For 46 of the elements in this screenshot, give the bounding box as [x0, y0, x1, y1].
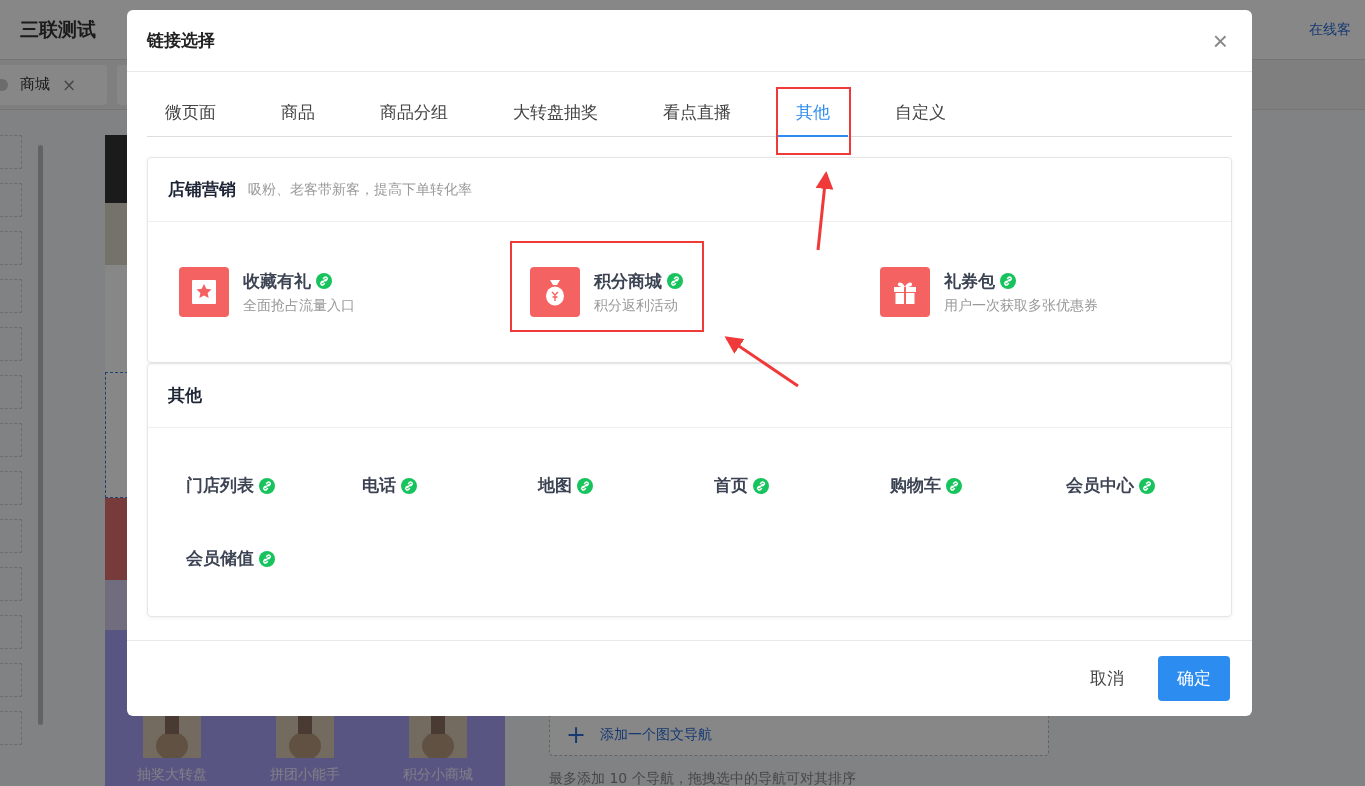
link-option[interactable]: 门店列表	[186, 474, 254, 497]
link-icon	[753, 477, 769, 494]
section-subtitle: 吸粉、老客带新客，提高下单转化率	[248, 180, 472, 199]
gift-icon	[880, 267, 931, 317]
close-button[interactable]: ×	[1208, 27, 1232, 54]
link-option[interactable]: 收藏有礼 全面抢占流量入口	[179, 267, 355, 317]
tab[interactable]: 大转盘抽奖	[495, 90, 616, 137]
option-name: 礼券包	[944, 269, 996, 293]
link-icon	[259, 550, 275, 567]
status-dot	[0, 78, 8, 91]
section-title: 其他	[168, 384, 202, 407]
option-description: 用户一次获取多张优惠券	[944, 296, 1099, 315]
link-option[interactable]: 首页	[714, 474, 748, 497]
tab[interactable]: 其他	[778, 90, 848, 137]
tab[interactable]: 自定义	[877, 90, 964, 137]
tab[interactable]: 商品分组	[362, 90, 466, 137]
scrollbar[interactable]	[38, 145, 43, 725]
tab[interactable]: 微页面	[147, 90, 234, 137]
link-icon	[946, 477, 962, 494]
link-icon	[259, 477, 275, 494]
link-icon	[316, 273, 332, 289]
link-option[interactable]: 会员储值	[186, 547, 254, 570]
link-icon	[1139, 477, 1155, 494]
page-tab[interactable]: 商城 ×	[0, 64, 107, 105]
option-description: 积分返利活动	[593, 296, 679, 315]
link-option[interactable]: 购物车	[890, 474, 941, 497]
link-icon	[577, 477, 593, 494]
link-icon	[1000, 273, 1017, 289]
link-option[interactable]: 礼券包 用户一次获取多张优惠券	[880, 267, 1099, 317]
link-option[interactable]: 电话	[362, 474, 396, 497]
tab[interactable]: 看点直播	[645, 90, 749, 137]
tab[interactable]: 商品	[263, 90, 333, 137]
link-option[interactable]: 会员中心	[1066, 474, 1134, 497]
link-option[interactable]: 地图	[538, 474, 572, 497]
option-description: 全面抢占流量入口	[243, 296, 355, 315]
link-option[interactable]: 积分商城 积分返利活动	[529, 267, 683, 317]
link-icon	[666, 273, 683, 289]
option-name: 积分商城	[593, 269, 662, 293]
dialog-title: 链接选择	[147, 29, 215, 52]
cancel-button[interactable]: 取消	[1076, 656, 1138, 701]
app-title: 三联测试	[20, 16, 96, 42]
section-title: 店铺营销	[168, 178, 236, 201]
link-icon	[401, 477, 417, 494]
tab-label: 商城	[20, 75, 50, 94]
money-bag-icon	[529, 267, 580, 317]
option-name: 收藏有礼	[243, 269, 311, 293]
